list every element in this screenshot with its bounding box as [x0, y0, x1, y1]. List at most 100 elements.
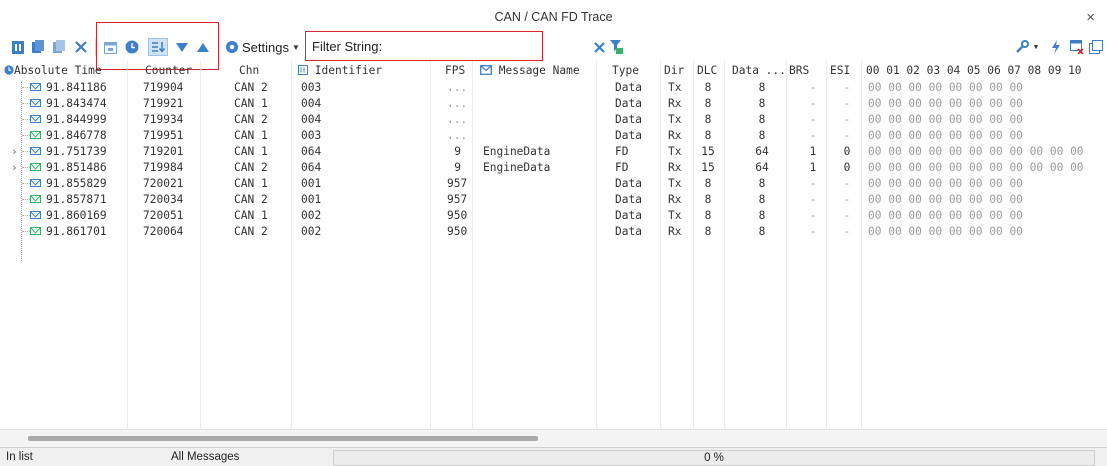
cell-chn: CAN 2: [234, 161, 268, 174]
cell-id: 001: [301, 177, 322, 190]
cell-type: Data: [615, 225, 642, 238]
table-row[interactable]: 91.841186 719904 CAN 2 003... Data Tx 8 8 - - 00 0…: [0, 80, 1107, 95]
cell-len: 8: [758, 129, 766, 142]
cell-dir: Rx: [668, 161, 682, 174]
cell-chn: CAN 1: [234, 177, 268, 190]
cell-dlc: 8: [704, 225, 712, 238]
cell-esi: -: [843, 129, 851, 142]
cell-dlc: 8: [704, 193, 712, 206]
tree-branch: [22, 151, 30, 152]
window-close-icon[interactable]: [1070, 38, 1084, 56]
scroll-up-icon[interactable]: [197, 38, 209, 56]
cell-esi: -: [843, 177, 851, 190]
message-envelope-icon: [30, 179, 41, 187]
cell-chn: CAN 2: [234, 225, 268, 238]
cell-id: 064: [301, 161, 322, 174]
sort-icon[interactable]: [148, 38, 168, 56]
trace-table: Absolute Time Counter Chn Identifier FPS…: [0, 61, 1107, 429]
clock-icon[interactable]: [125, 38, 139, 56]
column-header-dir[interactable]: Dir: [664, 64, 684, 77]
wrench-icon[interactable]: [1015, 38, 1029, 56]
cell-chn: CAN 2: [234, 193, 268, 206]
table-row[interactable]: 91.857871 720034 CAN 2 001 957 Data Rx 8 8 - - 00 0…: [0, 192, 1107, 207]
new-window-icon[interactable]: [1089, 38, 1103, 56]
close-icon[interactable]: ×: [1086, 9, 1095, 26]
horizontal-scrollbar[interactable]: [0, 429, 1107, 447]
cell-brs: -: [809, 177, 817, 190]
cell-fps: 957: [447, 193, 468, 206]
copy-icon[interactable]: [31, 38, 45, 56]
column-header-identifier[interactable]: Identifier: [298, 64, 382, 77]
column-header-data-length[interactable]: Data ...: [732, 64, 786, 77]
filter-icon[interactable]: [609, 38, 623, 56]
settings-button[interactable]: Settings ▼: [225, 38, 305, 56]
table-row[interactable]: 91.855829 720021 CAN 1 001 957 Data Tx 8 8 - - 00 0…: [0, 176, 1107, 191]
table-row[interactable]: › 91.851486 719984 CAN 2 064 9 EngineData FD Rx 1…: [0, 160, 1107, 175]
cell-counter: 719984: [143, 161, 184, 174]
message-envelope-icon: [30, 83, 41, 91]
window-title: CAN / CAN FD Trace: [494, 10, 613, 24]
column-header-esi[interactable]: ESI: [830, 64, 850, 77]
delete-icon[interactable]: [75, 38, 87, 56]
column-header-dlc[interactable]: DLC: [697, 64, 717, 77]
expand-chevron-icon[interactable]: ›: [11, 160, 18, 175]
cell-id: 004: [301, 113, 322, 126]
chevron-down-icon[interactable]: ▼: [1032, 38, 1040, 56]
cell-id: 003: [301, 81, 322, 94]
cell-len: 8: [758, 193, 766, 206]
cell-fps: ...: [447, 97, 468, 110]
column-header-counter[interactable]: Counter: [145, 64, 192, 77]
cell-dir: Tx: [668, 113, 682, 126]
calendar-icon[interactable]: [104, 38, 117, 56]
message-envelope-icon: [30, 147, 41, 155]
column-header-brs[interactable]: BRS: [789, 64, 809, 77]
column-header-message-name[interactable]: Message Name: [480, 64, 580, 77]
table-row[interactable]: 91.846778 719951 CAN 1 003... Data Rx 8 8 - - 00 0…: [0, 128, 1107, 143]
scrollbar-thumb[interactable]: [28, 436, 538, 441]
cell-id: 004: [301, 97, 322, 110]
cell-time: 91.843474: [46, 97, 107, 110]
table-row[interactable]: 91.861701 720064 CAN 2 002 950 Data Rx 8 8 - - 00 0…: [0, 224, 1107, 239]
expand-chevron-icon[interactable]: ›: [11, 144, 18, 159]
table-row[interactable]: 91.860169 720051 CAN 1 002 950 Data Tx 8 8 - - 00 0…: [0, 208, 1107, 223]
cell-dir: Tx: [668, 145, 682, 158]
cell-counter: 720034: [143, 193, 184, 206]
cell-dlc: 15: [701, 145, 715, 158]
clear-filter-icon[interactable]: [593, 38, 605, 56]
status-in-list: In list: [6, 451, 33, 463]
cell-brs: -: [809, 113, 817, 126]
status-message-filter[interactable]: All Messages: [171, 448, 239, 466]
tree-branch: [22, 135, 30, 136]
cell-id: 064: [301, 145, 322, 158]
cell-dir: Rx: [668, 225, 682, 238]
tree-branch: [22, 119, 30, 120]
lightning-icon[interactable]: [1050, 38, 1062, 56]
column-header-type[interactable]: Type: [612, 64, 639, 77]
table-row[interactable]: 91.843474 719921 CAN 1 004... Data Rx 8 8 - - 00 0…: [0, 96, 1107, 111]
cell-time: 91.846778: [46, 129, 107, 142]
cell-esi: -: [843, 209, 851, 222]
cell-esi: -: [843, 97, 851, 110]
column-header-time[interactable]: Absolute Time: [4, 64, 102, 77]
tree-branch: [22, 183, 30, 184]
cell-brs: -: [809, 97, 817, 110]
cell-type: Data: [615, 209, 642, 222]
clear-list-icon[interactable]: [52, 38, 66, 56]
pause-icon[interactable]: [11, 38, 24, 56]
message-envelope-icon: [30, 131, 41, 139]
column-header-chn[interactable]: Chn: [239, 64, 259, 77]
settings-label: Settings: [242, 39, 289, 55]
column-header-data-bytes[interactable]: 00 01 02 03 04 05 06 07 08 09 10: [866, 64, 1082, 77]
scroll-down-icon[interactable]: [176, 38, 188, 56]
table-row[interactable]: 91.844999 719934 CAN 2 004... Data Tx 8 8 - - 00 0…: [0, 112, 1107, 127]
column-header-fps[interactable]: FPS: [445, 64, 465, 77]
filter-string-input[interactable]: Filter String:: [307, 37, 541, 57]
message-envelope-icon: [30, 115, 41, 123]
cell-counter: 720064: [143, 225, 184, 238]
cell-dir: Rx: [668, 129, 682, 142]
cell-dir: Tx: [668, 177, 682, 190]
table-row[interactable]: › 91.751739 719201 CAN 1 064 9 EngineData FD Tx 1…: [0, 144, 1107, 159]
cell-chn: CAN 1: [234, 209, 268, 222]
cell-time: 91.841186: [46, 81, 107, 94]
tree-branch: [22, 231, 30, 232]
